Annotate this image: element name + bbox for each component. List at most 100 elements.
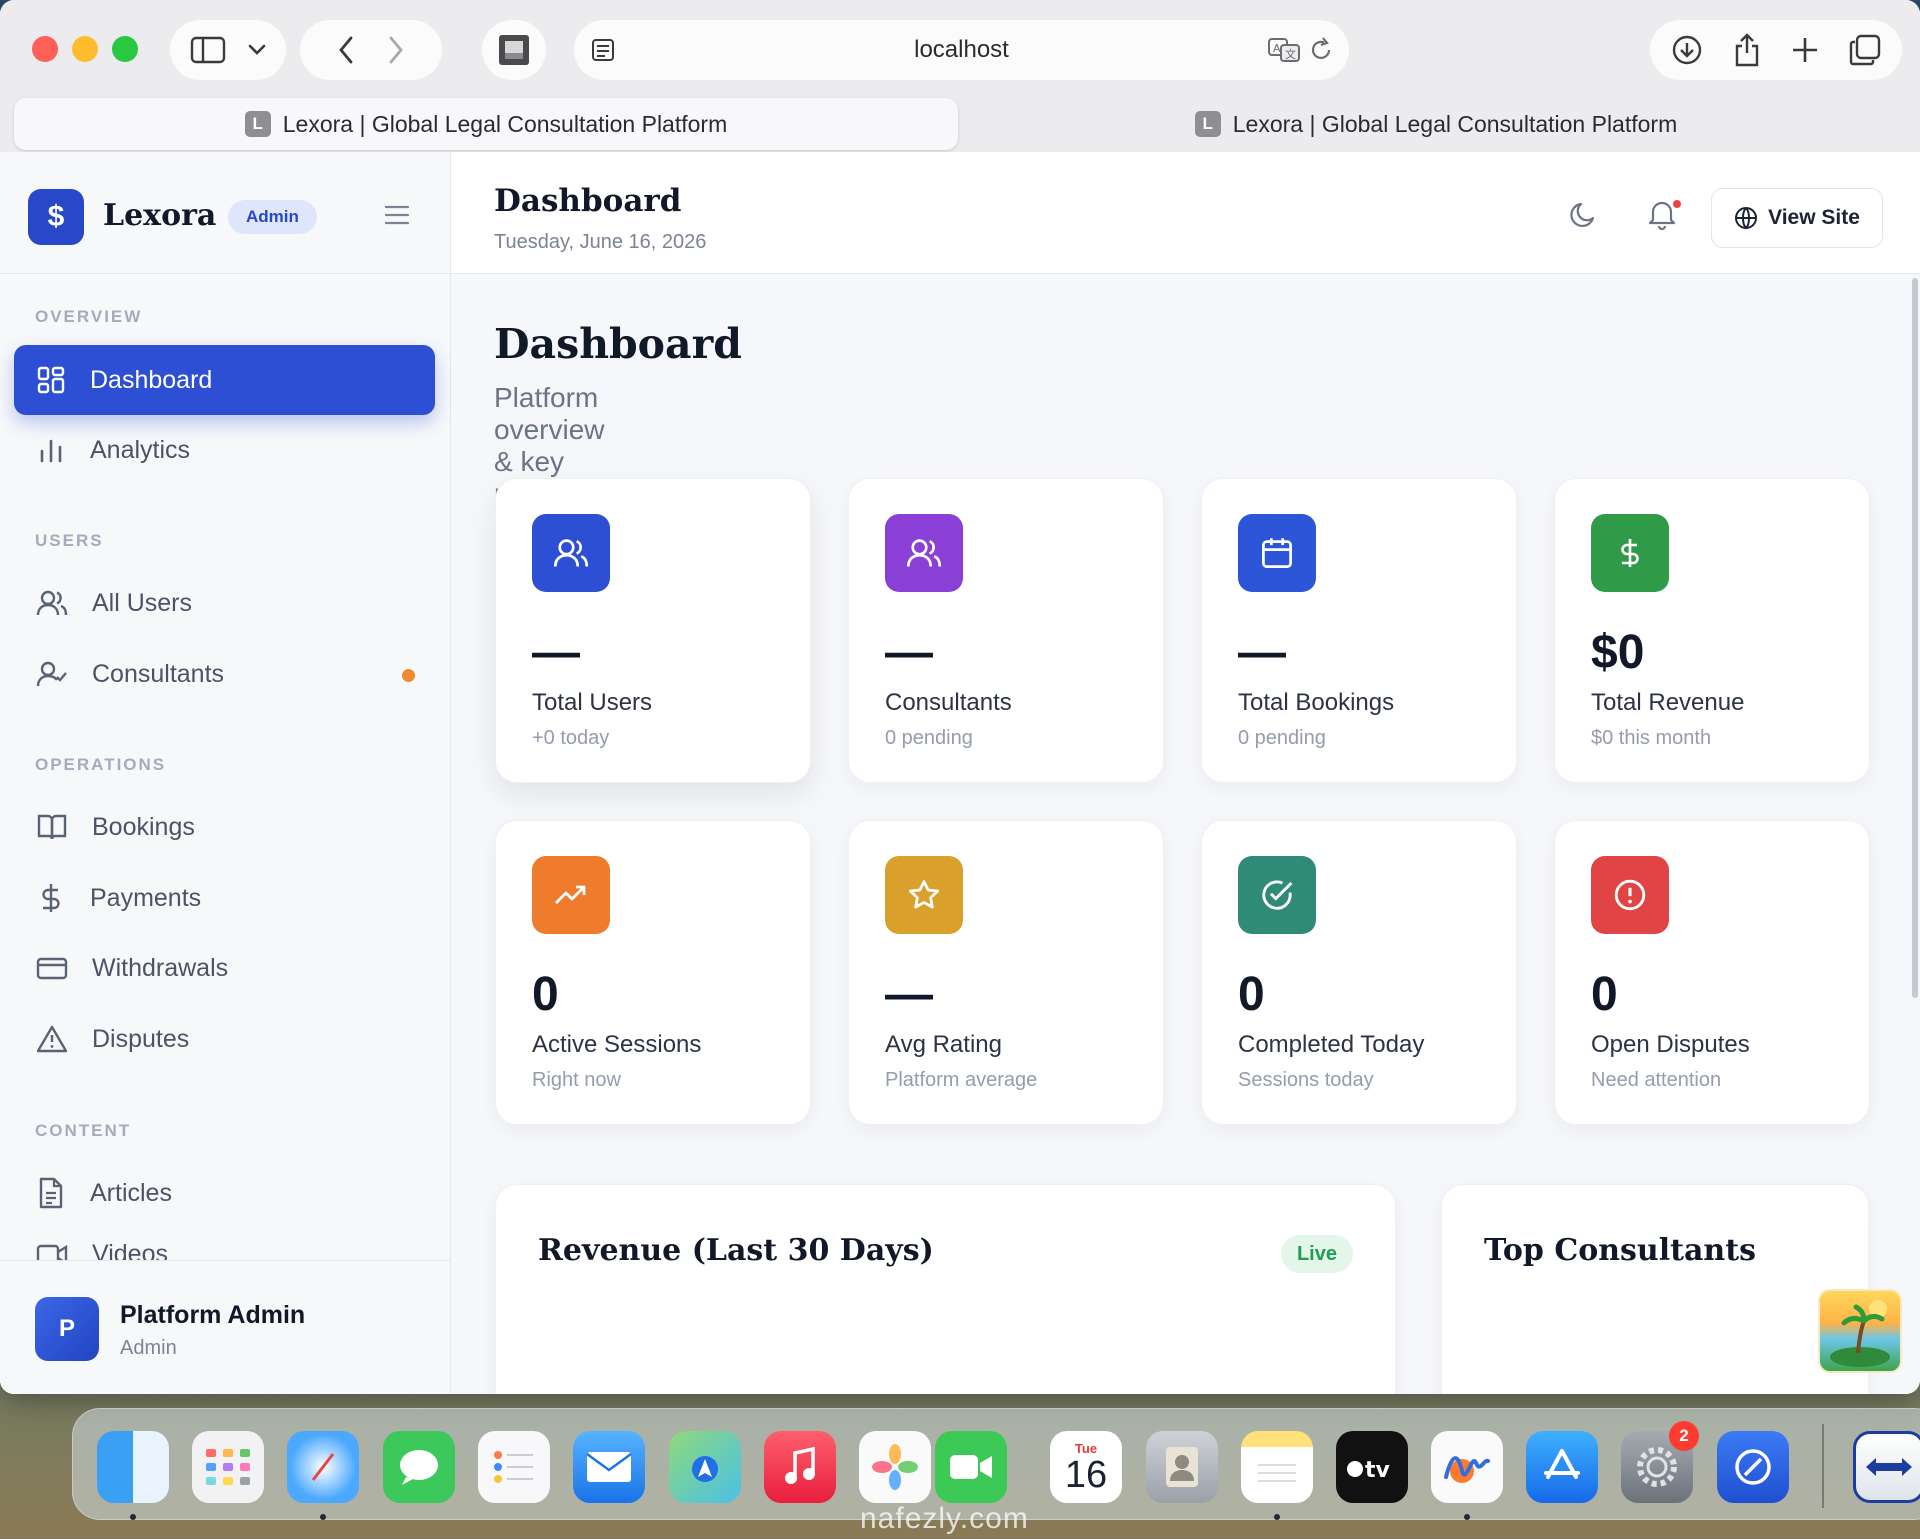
- running-indicator: [320, 1514, 326, 1520]
- running-indicator: [1464, 1514, 1470, 1520]
- apple-tv-icon[interactable]: tv: [1336, 1431, 1408, 1503]
- stat-subtext: 0 pending: [1238, 727, 1326, 749]
- trending-up-icon: [532, 856, 610, 934]
- launchpad-icon[interactable]: [192, 1431, 264, 1503]
- panel-title: Revenue (Last 30 Days): [538, 1233, 934, 1268]
- safari-icon[interactable]: [287, 1431, 359, 1503]
- reminders-icon[interactable]: [478, 1431, 550, 1503]
- book-icon: [37, 814, 67, 840]
- sidebar-item-articles[interactable]: Articles: [14, 1158, 435, 1228]
- browser-tab-active[interactable]: L Lexora | Global Legal Consultation Pla…: [14, 98, 958, 150]
- sidebar-item-disputes[interactable]: Disputes: [14, 1004, 435, 1074]
- sidebar-item-label: Disputes: [92, 1024, 190, 1053]
- sidebar-item-withdrawals[interactable]: Withdrawals: [14, 933, 435, 1003]
- user-name: Platform Admin: [120, 1301, 306, 1329]
- calendar-app-icon[interactable]: Tue 16: [1050, 1431, 1122, 1503]
- stat-value: 0: [532, 968, 559, 1021]
- music-icon[interactable]: [764, 1431, 836, 1503]
- maximize-window-button[interactable]: [112, 36, 138, 62]
- dock-separator: [1822, 1424, 1824, 1508]
- calendar-icon: [1238, 514, 1316, 592]
- sidebar-item-consultants[interactable]: Consultants: [14, 639, 435, 709]
- app-store-icon[interactable]: [1526, 1431, 1598, 1503]
- toolbar-actions: [1650, 20, 1902, 80]
- page-scrollbar[interactable]: [1912, 278, 1918, 998]
- window-controls: [32, 36, 138, 62]
- sidebar-item-videos[interactable]: Videos: [14, 1220, 435, 1260]
- sidebar-item-all-users[interactable]: All Users: [14, 568, 435, 638]
- nav-section-users: USERS: [35, 531, 104, 550]
- favicon: L: [244, 111, 271, 137]
- mail-icon[interactable]: [573, 1431, 645, 1503]
- live-badge: Live: [1280, 1235, 1353, 1273]
- sidebar-item-analytics[interactable]: Analytics: [14, 415, 435, 485]
- screen-time-icon[interactable]: [1717, 1431, 1789, 1503]
- stat-card-consultants[interactable]: — Consultants 0 pending: [848, 478, 1164, 783]
- close-window-button[interactable]: [32, 36, 58, 62]
- check-circle-icon: [1238, 856, 1316, 934]
- minimize-window-button[interactable]: [72, 36, 98, 62]
- teamviewer-icon[interactable]: [1853, 1431, 1920, 1503]
- top-consultants-panel: Top Consultants: [1441, 1184, 1869, 1394]
- sidebar-item-label: Articles: [90, 1178, 172, 1207]
- browser-tab-inactive[interactable]: L Lexora | Global Legal Consultation Pla…: [964, 98, 1908, 150]
- hamburger-menu-icon[interactable]: [384, 204, 410, 226]
- maps-icon[interactable]: [669, 1431, 741, 1503]
- sidebar-item-payments[interactable]: Payments: [14, 863, 435, 933]
- messages-icon[interactable]: [383, 1431, 455, 1503]
- stat-label: Active Sessions: [532, 1031, 702, 1058]
- stat-card-total-revenue[interactable]: $0 Total Revenue $0 this month: [1554, 478, 1870, 783]
- credit-card-icon: [36, 957, 68, 980]
- new-tab-icon[interactable]: [1791, 36, 1819, 64]
- notes-icon[interactable]: [1241, 1431, 1313, 1503]
- sidebar-toggle-button[interactable]: [170, 20, 286, 80]
- island-widget-image[interactable]: [1818, 1289, 1902, 1373]
- reload-icon[interactable]: [1309, 37, 1333, 63]
- view-site-button[interactable]: View Site: [1711, 188, 1883, 248]
- sidebar-item-label: Analytics: [90, 435, 191, 464]
- svg-text:tv: tv: [1365, 1458, 1391, 1481]
- photos-icon[interactable]: [859, 1431, 931, 1503]
- finder-icon[interactable]: [97, 1431, 169, 1503]
- translate-icon[interactable]: A文: [1267, 37, 1301, 63]
- stat-card-total-bookings[interactable]: — Total Bookings 0 pending: [1201, 478, 1517, 783]
- share-icon[interactable]: [1733, 33, 1761, 67]
- stat-card-total-users[interactable]: — Total Users +0 today: [495, 478, 811, 783]
- browser-toolbar: localhost A文 L Lexora | Global Legal Con…: [0, 0, 1920, 152]
- stat-subtext: Sessions today: [1238, 1069, 1374, 1091]
- current-user[interactable]: P Platform Admin Admin: [0, 1260, 450, 1394]
- freeform-icon[interactable]: [1431, 1431, 1503, 1503]
- extension-button[interactable]: [482, 20, 546, 80]
- stat-subtext: $0 this month: [1591, 727, 1712, 749]
- video-icon: [36, 1244, 68, 1260]
- facetime-icon[interactable]: [935, 1431, 1007, 1503]
- current-date: Tuesday, June 16, 2026: [494, 231, 707, 253]
- stat-value: —: [532, 626, 580, 679]
- address-bar[interactable]: localhost A文: [574, 20, 1349, 80]
- view-site-label: View Site: [1768, 206, 1860, 229]
- dollar-icon: [1591, 514, 1669, 592]
- chevron-down-icon: [248, 44, 266, 55]
- forward-icon[interactable]: [388, 36, 404, 64]
- sidebar-item-bookings[interactable]: Bookings: [14, 792, 435, 862]
- stat-value: —: [885, 626, 933, 679]
- stat-card-avg-rating[interactable]: — Avg Rating Platform average: [848, 820, 1164, 1125]
- tab-overview-icon[interactable]: [1849, 34, 1881, 66]
- calendar-date-label: 16: [1064, 1453, 1108, 1496]
- stat-value: —: [1238, 626, 1286, 679]
- stat-card-completed-today[interactable]: 0 Completed Today Sessions today: [1201, 820, 1517, 1125]
- contacts-icon[interactable]: [1146, 1431, 1218, 1503]
- favicon: L: [1194, 111, 1221, 137]
- back-icon[interactable]: [338, 36, 354, 64]
- sidebar-item-dashboard[interactable]: Dashboard: [14, 345, 435, 415]
- tab-title: Lexora | Global Legal Consultation Platf…: [1232, 110, 1678, 137]
- tab-bar: L Lexora | Global Legal Consultation Pla…: [14, 98, 1908, 150]
- stat-card-active-sessions[interactable]: 0 Active Sessions Right now: [495, 820, 811, 1125]
- admin-app: $ Lexora Admin OVERVIEW Dashboard Analyt…: [0, 152, 1920, 1394]
- topbar-title: Dashboard: [494, 183, 682, 219]
- dark-mode-moon-icon[interactable]: [1569, 200, 1599, 230]
- stat-card-open-disputes[interactable]: 0 Open Disputes Need attention: [1554, 820, 1870, 1125]
- brand-logo[interactable]: $: [28, 189, 84, 245]
- download-icon[interactable]: [1671, 34, 1703, 66]
- nav-section-operations: OPERATIONS: [35, 755, 167, 774]
